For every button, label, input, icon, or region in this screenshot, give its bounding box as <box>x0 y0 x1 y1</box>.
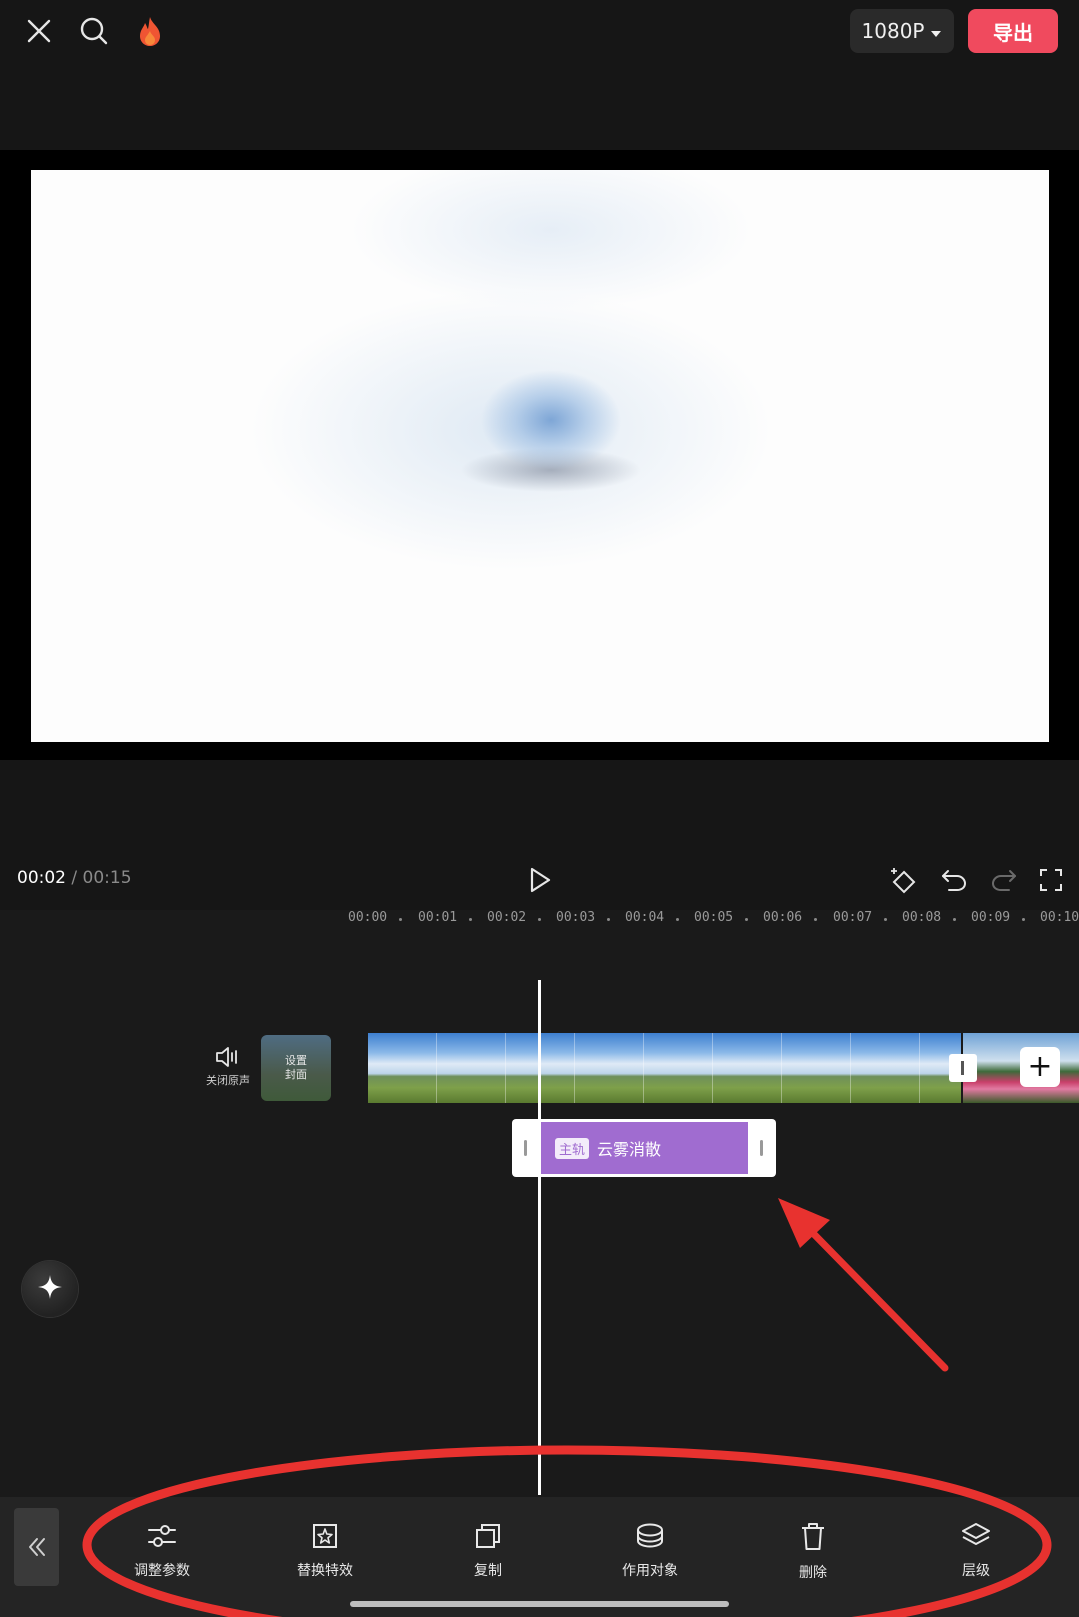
ai-assistant-button[interactable] <box>22 1261 78 1317</box>
fullscreen-icon[interactable] <box>1033 862 1069 898</box>
home-indicator <box>350 1601 729 1607</box>
resolution-label: 1080P <box>861 19 925 43</box>
ruler-tick: 00:07 <box>833 910 873 925</box>
sparkle-icon <box>36 1273 64 1305</box>
ruler-tick: 00:03 <box>556 910 596 925</box>
ruler-tick: 00:01 <box>418 910 458 925</box>
ruler-dot <box>469 918 472 921</box>
replace-effect-icon <box>311 1522 339 1554</box>
ruler-tick: 00:00 <box>348 910 388 925</box>
tool-delete[interactable]: 删除 <box>763 1522 863 1588</box>
mute-label: 关闭原声 <box>206 1074 250 1087</box>
ruler-tick: 00:06 <box>763 910 803 925</box>
trash-icon <box>799 1522 827 1556</box>
cover-label-line1: 设置 <box>285 1054 307 1067</box>
main-track-tag: 主轨 <box>555 1137 590 1159</box>
add-clip-button[interactable]: + <box>1020 1047 1060 1087</box>
time-separator: / <box>66 868 83 888</box>
ruler-tick: 00:08 <box>902 910 942 925</box>
timeline-ruler[interactable]: 00:00 00:01 00:02 00:03 00:04 00:05 00:0… <box>340 910 1079 932</box>
playhead[interactable] <box>538 980 541 1495</box>
ruler-dot <box>607 918 610 921</box>
export-button[interactable]: 导出 <box>968 9 1058 53</box>
tool-target-object[interactable]: 作用对象 <box>600 1522 700 1588</box>
main-video-clip[interactable] <box>368 1033 961 1103</box>
tool-replace-effect[interactable]: 替换特效 <box>275 1522 375 1588</box>
tool-label: 删除 <box>799 1565 827 1581</box>
tool-layers[interactable]: 层级 <box>926 1522 1026 1588</box>
tool-label: 层级 <box>962 1563 990 1579</box>
ruler-dot <box>676 918 679 921</box>
transition-handle[interactable] <box>949 1054 977 1082</box>
set-cover-button[interactable]: 设置 封面 <box>261 1035 331 1101</box>
ruler-tick: 00:09 <box>971 910 1011 925</box>
close-icon[interactable] <box>20 12 58 50</box>
undo-icon[interactable] <box>936 862 972 898</box>
ruler-dot <box>538 918 541 921</box>
current-time: 00:02 <box>17 868 66 888</box>
ruler-dot <box>1022 918 1025 921</box>
play-icon[interactable] <box>522 862 558 898</box>
speaker-icon <box>200 1045 256 1072</box>
effect-right-handle[interactable] <box>760 1140 763 1156</box>
ruler-dot <box>814 918 817 921</box>
mute-original-audio-button[interactable]: 关闭原声 <box>200 1045 256 1095</box>
ruler-dot <box>745 918 748 921</box>
tool-adjust-params[interactable]: 调整参数 <box>112 1522 212 1588</box>
annotation-arrow-head <box>778 1198 830 1248</box>
video-preview[interactable] <box>31 170 1049 742</box>
layers-icon <box>961 1522 991 1554</box>
sliders-icon <box>147 1522 177 1554</box>
caret-down-icon <box>930 19 942 43</box>
ruler-tick: 00:05 <box>694 910 734 925</box>
tool-label: 复制 <box>474 1563 502 1579</box>
ruler-tick: 00:04 <box>625 910 665 925</box>
time-display: 00:02 / 00:15 <box>17 868 132 888</box>
redo-icon[interactable] <box>986 862 1022 898</box>
keyframe-icon[interactable] <box>886 862 922 898</box>
tool-copy[interactable]: 复制 <box>438 1522 538 1588</box>
back-chevron-icon[interactable] <box>14 1508 59 1586</box>
tool-label: 作用对象 <box>622 1563 678 1579</box>
search-icon[interactable] <box>75 12 113 50</box>
ruler-dot <box>953 918 956 921</box>
ruler-dot <box>399 918 402 921</box>
tool-label: 调整参数 <box>134 1563 190 1579</box>
total-time: 00:15 <box>82 868 132 888</box>
effect-name: 云雾消散 <box>597 1140 662 1159</box>
target-object-icon <box>635 1522 665 1554</box>
tool-label: 替换特效 <box>297 1563 353 1579</box>
resolution-dropdown[interactable]: 1080P <box>850 9 954 53</box>
ruler-tick: 00:10 <box>1040 910 1079 925</box>
flame-icon[interactable] <box>131 12 169 50</box>
annotation-arrow-shaft <box>802 1222 949 1372</box>
effect-left-handle[interactable] <box>524 1140 527 1156</box>
effect-clip[interactable]: 主轨 云雾消散 <box>541 1122 748 1174</box>
cover-label-line2: 封面 <box>285 1068 307 1081</box>
ruler-tick: 00:02 <box>487 910 527 925</box>
copy-icon <box>474 1522 502 1554</box>
ruler-dot <box>884 918 887 921</box>
